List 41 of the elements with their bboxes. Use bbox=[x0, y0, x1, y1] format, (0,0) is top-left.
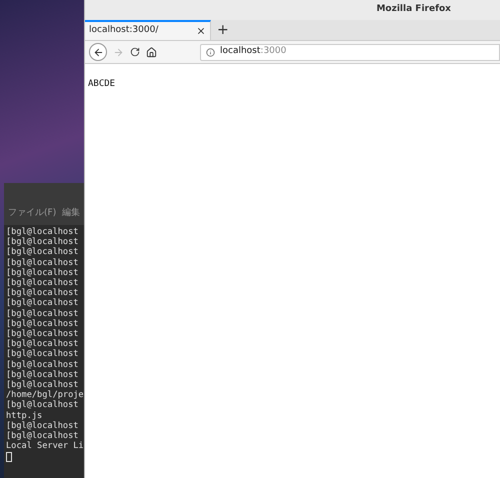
reload-icon bbox=[130, 47, 140, 57]
menu-item[interactable]: 編集 bbox=[62, 207, 80, 221]
terminal-line: [bgl@localhost bbox=[6, 298, 80, 309]
terminal-line: [bgl@localhost bbox=[6, 339, 80, 350]
page-text: ABCDE bbox=[88, 79, 116, 89]
terminal-cursor bbox=[6, 452, 12, 462]
back-arrow-icon bbox=[92, 46, 104, 58]
terminal-line: [bgl@localhost bbox=[6, 288, 80, 298]
terminal-line: [bgl@localhost bbox=[6, 329, 80, 340]
terminal-line: /home/bgl/proje bbox=[6, 390, 84, 400]
terminal-line: [bgl@localhost bbox=[6, 308, 80, 319]
terminal-line: [bgl@localhost bbox=[6, 400, 78, 411]
terminal-line: [bgl@localhost bbox=[6, 420, 80, 431]
reload-button[interactable] bbox=[130, 47, 140, 57]
terminal-line: Local Server Li bbox=[6, 441, 84, 452]
terminal-line: [bgl@localhost bbox=[6, 258, 80, 268]
home-icon bbox=[146, 46, 157, 58]
menu-item[interactable]: ファイル(F) bbox=[8, 207, 56, 221]
terminal-line: [bgl@localhost bbox=[6, 349, 80, 360]
tab-title: localhost:3000/ bbox=[89, 24, 160, 38]
terminal-line: [bgl@localhost bbox=[6, 268, 80, 278]
terminal-line: [bgl@localhost bbox=[6, 360, 80, 370]
browser-tab[interactable]: localhost:3000/ bbox=[85, 20, 211, 40]
window-title: Mozilla Firefox bbox=[376, 3, 451, 16]
forward-arrow-icon bbox=[113, 46, 124, 58]
terminal-line: [bgl@localhost bbox=[6, 227, 80, 237]
info-icon[interactable] bbox=[206, 48, 215, 56]
close-icon[interactable] bbox=[196, 26, 206, 36]
terminal-line: [bgl@localhost bbox=[6, 237, 80, 248]
terminal-line: [bgl@localhost bbox=[6, 431, 80, 442]
terminal-line: http.js bbox=[6, 410, 44, 421]
url-text: localhost:3000 bbox=[220, 45, 286, 58]
terminal-line: [bgl@localhost bbox=[6, 318, 80, 329]
terminal-line: [bgl@localhost bbox=[6, 278, 80, 288]
home-button[interactable] bbox=[146, 46, 157, 58]
back-button[interactable] bbox=[89, 43, 107, 61]
terminal-line: [bgl@localhost bbox=[6, 380, 78, 390]
url-field[interactable]: localhost:3000 bbox=[200, 44, 500, 60]
terminal-line: [bgl@localhost bbox=[6, 247, 80, 258]
terminal-line: [bgl@localhost bbox=[6, 370, 80, 380]
new-tab-button[interactable]: + bbox=[211, 20, 235, 40]
